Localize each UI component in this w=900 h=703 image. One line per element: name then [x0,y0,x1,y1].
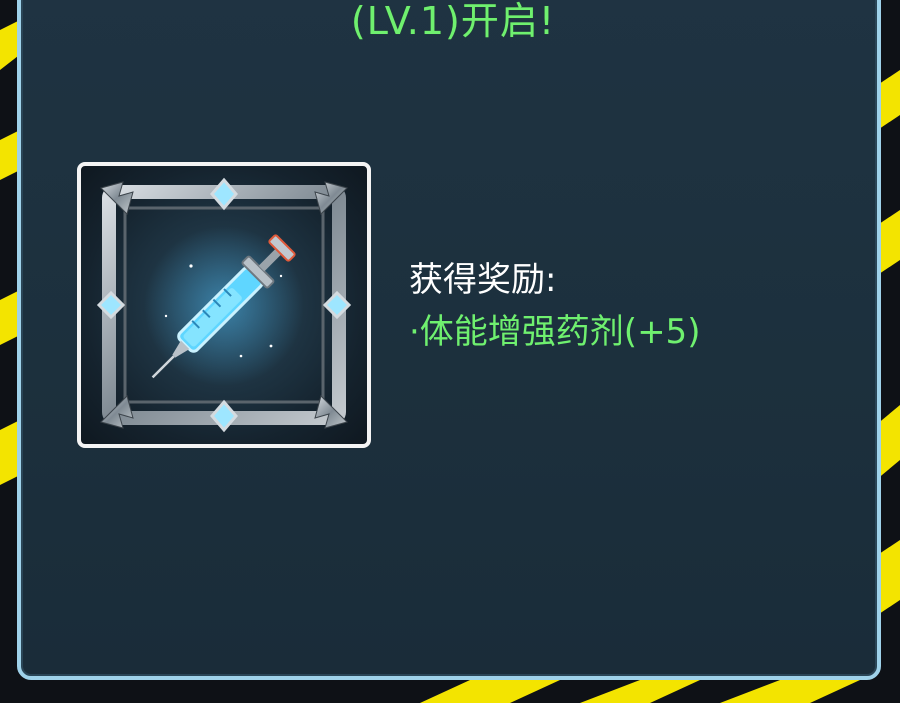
level-unlock-title: (LV.1)开启! [350,0,556,43]
reward-label: 获得奖励: [409,260,557,300]
reward-item-text: ·体能增强药剂(+5) [409,312,701,352]
syringe-icon [96,177,352,433]
reward-item-card [77,162,371,448]
reward-dialog-panel: (LV.1)开启! 获得奖励: ·体能增强药剂(+5) [17,0,881,680]
